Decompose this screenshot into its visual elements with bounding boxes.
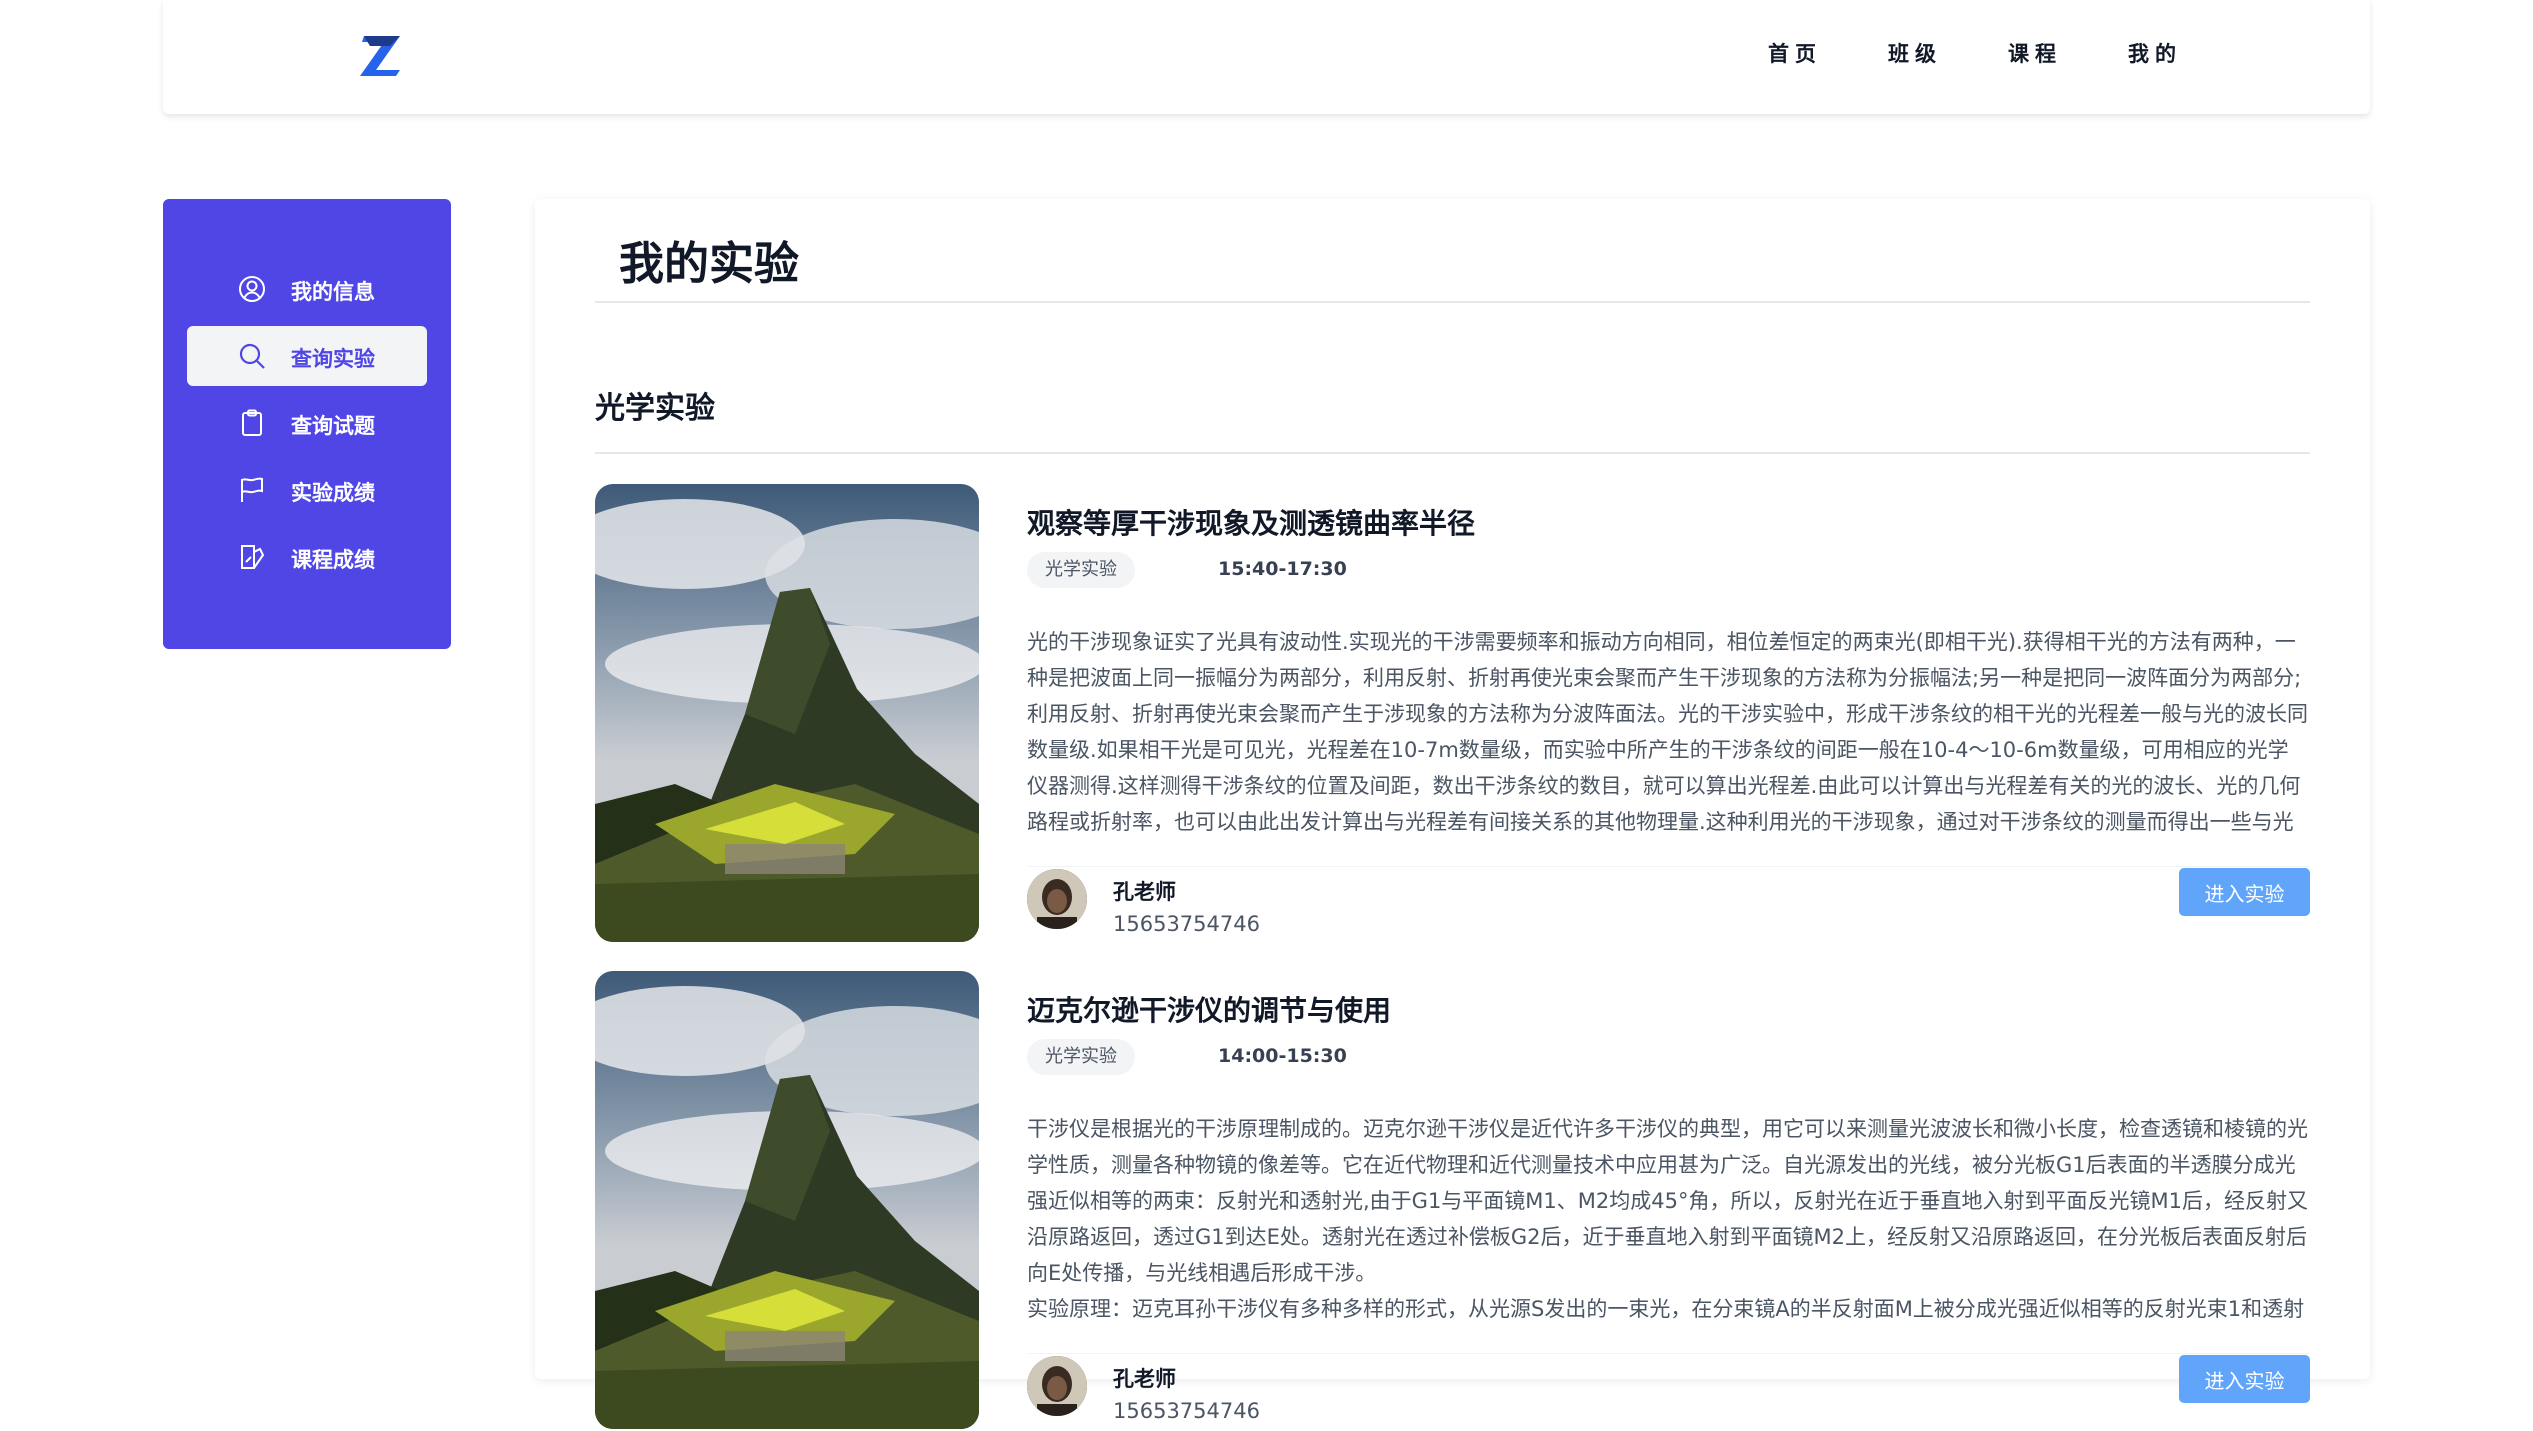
teacher-phone: 15653754746 [1113,1399,1260,1423]
sidebar-item-label: 查询实验 [291,347,375,371]
flag-icon [241,477,263,502]
enter-experiment-button[interactable]: 进入实验 [2179,868,2310,916]
user-circle-icon [239,276,265,302]
teacher-name: 孔老师 [1113,880,1176,904]
experiment-title[interactable]: 观察等厚干涉现象及测透镜曲率半径 [1027,502,1475,542]
nav-classes[interactable]: 班级 [1888,38,2008,68]
experiment-thumbnail[interactable] [595,971,979,1429]
sidebar-item-query-questions[interactable]: 查询试题 [187,393,427,453]
category-tag: 光学实验 [1027,552,1135,588]
book-pen-icon [241,545,265,569]
sidebar-item-label: 实验成绩 [291,481,375,505]
experiment-time: 14:00-15:30 [1218,1045,1347,1067]
page-title: 我的实验 [619,237,800,290]
nav-mine[interactable]: 我的 [2128,38,2248,68]
main-card: 我的实验 光学实验 观察等厚干涉现象及测透镜曲率半径 光学实验 15:40-17… [535,199,2370,1429]
section-title: 光学实验 [595,391,715,426]
sidebar-item-label: 查询试题 [291,414,375,438]
sidebar-item-my-info[interactable]: 我的信息 [187,259,427,319]
divider [1027,866,2309,867]
teacher-phone: 15653754746 [1113,912,1260,936]
experiment-card: 观察等厚干涉现象及测透镜曲率半径 光学实验 15:40-17:30 光的干涉现象… [595,484,2310,944]
nav-home[interactable]: 首页 [1768,38,1888,68]
experiment-title[interactable]: 迈克尔逊干涉仪的调节与使用 [1027,989,1391,1029]
teacher-avatar [1027,869,1087,929]
z-logo-icon[interactable] [356,30,408,80]
search-icon [239,343,265,369]
nav-courses[interactable]: 课程 [2008,38,2128,68]
experiment-card: 迈克尔逊干涉仪的调节与使用 光学实验 14:00-15:30 干涉仪是根据光的干… [595,971,2310,1431]
experiment-time: 15:40-17:30 [1218,558,1347,580]
sidebar-item-query-experiment[interactable]: 查询实验 [187,326,427,386]
sidebar-item-label: 我的信息 [291,280,375,304]
top-navbar: 首页 班级 课程 我的 [163,0,2370,114]
teacher-avatar [1027,1356,1087,1416]
experiment-description: 光的干涉现象证实了光具有波动性.实现光的干涉需要频率和振动方向相同，相位差恒定的… [1027,630,2308,834]
experiment-thumbnail[interactable] [595,484,979,942]
sidebar-item-label: 课程成绩 [291,548,375,572]
divider [1027,1353,2309,1354]
category-tag: 光学实验 [1027,1039,1135,1075]
divider [595,452,2310,454]
sidebar: 我的信息 查询实验 查询试题 实验成绩 课程成绩 [163,199,451,649]
main-nav: 首页 班级 课程 我的 [1768,38,2248,68]
enter-experiment-button[interactable]: 进入实验 [2179,1355,2310,1403]
divider [595,301,2310,303]
clipboard-icon [242,409,262,436]
sidebar-item-course-scores[interactable]: 课程成绩 [187,527,427,587]
sidebar-item-experiment-scores[interactable]: 实验成绩 [187,460,427,520]
experiment-description: 干涉仪是根据光的干涉原理制成的。迈克尔逊干涉仪是近代许多干涉仪的典型，用它可以来… [1027,1117,2308,1321]
